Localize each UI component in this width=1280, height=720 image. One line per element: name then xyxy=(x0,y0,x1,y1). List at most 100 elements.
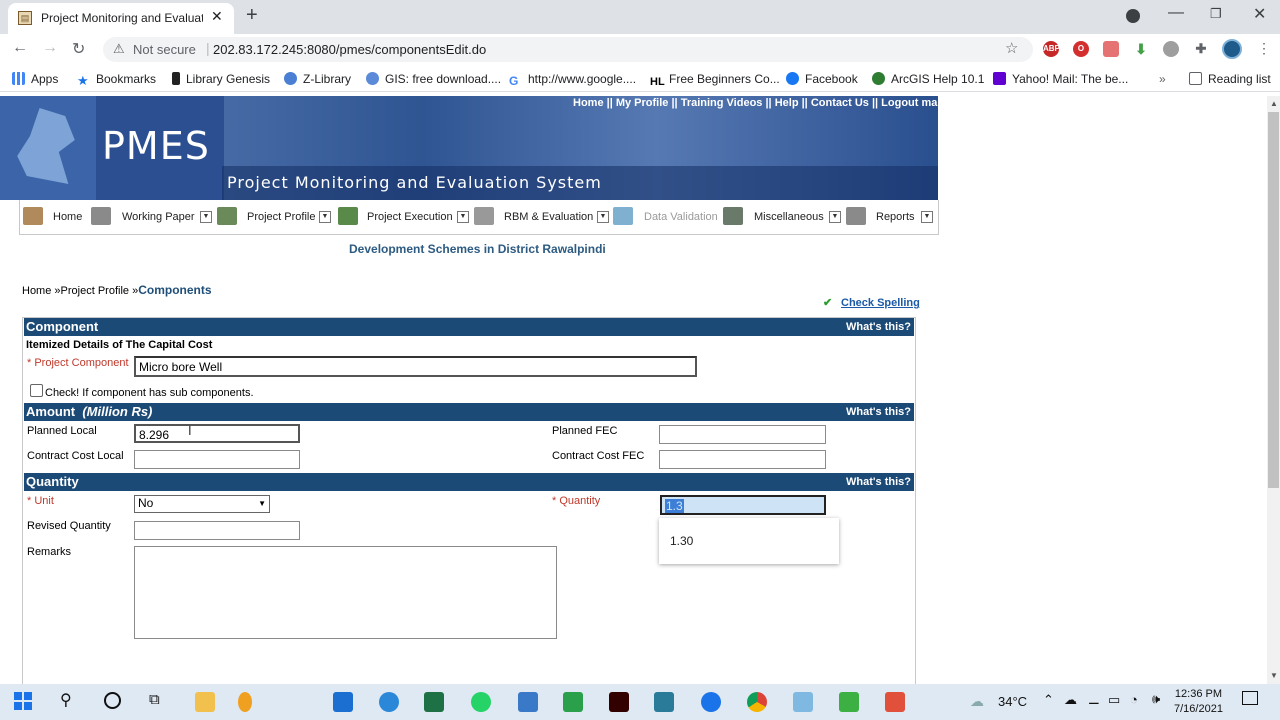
chevron-down-icon[interactable]: ▼ xyxy=(457,211,469,223)
top-link-my-profile[interactable]: My Profile xyxy=(616,97,669,109)
menu-project-execution[interactable]: Project Execution xyxy=(367,211,453,223)
address-bar[interactable]: ⚠ Not secure | 202.83.172.245:8080/pmes/… xyxy=(103,37,1033,62)
app-icon[interactable] xyxy=(563,692,583,712)
back-icon[interactable]: ← xyxy=(12,39,28,57)
network-icon[interactable]: ◔ xyxy=(1130,692,1138,707)
bookmark-facebook[interactable]: Facebook xyxy=(786,72,858,86)
search-icon[interactable]: ⚲ xyxy=(60,690,72,710)
illustrator-icon[interactable] xyxy=(609,692,629,712)
menu-rbm-evaluation[interactable]: RBM & Evaluation xyxy=(504,211,593,223)
contract-cost-local-input[interactable] xyxy=(134,450,300,469)
menu-home[interactable]: Home xyxy=(53,211,82,223)
extension-icon[interactable] xyxy=(1163,41,1179,57)
whats-this-link[interactable]: What's this? xyxy=(846,406,911,418)
remarks-textarea[interactable] xyxy=(134,546,557,639)
bookmark-yahoo[interactable]: Yahoo! Mail: The be... xyxy=(993,72,1128,86)
cortana-icon[interactable] xyxy=(104,692,121,709)
bookmark-free-beginners[interactable]: HL Free Beginners Co... xyxy=(650,72,780,89)
contract-cost-fec-input[interactable] xyxy=(659,450,826,469)
app-icon[interactable] xyxy=(793,692,813,712)
opera-extension-icon[interactable]: O xyxy=(1073,41,1089,57)
battery-icon[interactable]: ▭ xyxy=(1108,692,1120,708)
autocomplete-dropdown[interactable]: 1.30 xyxy=(659,518,839,564)
scrollbar-thumb[interactable] xyxy=(1268,112,1279,488)
extensions-puzzle-icon[interactable]: ✚ xyxy=(1193,41,1209,57)
app-icon[interactable] xyxy=(701,692,721,712)
breadcrumb-project-profile[interactable]: Project Profile xyxy=(61,285,129,297)
menu-reports[interactable]: Reports xyxy=(876,211,915,223)
menu-miscellaneous[interactable]: Miscellaneous xyxy=(754,211,824,223)
app-icon[interactable] xyxy=(518,692,538,712)
file-explorer-icon[interactable] xyxy=(195,692,215,712)
unit-select[interactable]: No ▼ xyxy=(134,495,270,513)
adblock-extension-icon[interactable]: ABP xyxy=(1043,41,1060,57)
menu-data-validation[interactable]: Data Validation xyxy=(644,211,718,223)
whatsapp-icon[interactable] xyxy=(471,692,491,712)
task-view-icon[interactable]: ⧉ xyxy=(149,691,160,708)
download-extension-icon[interactable]: ⬇ xyxy=(1133,41,1149,57)
autocomplete-option[interactable]: 1.30 xyxy=(670,534,693,548)
quantity-input[interactable]: 1.3 xyxy=(660,495,826,515)
camtasia-icon[interactable] xyxy=(839,692,859,712)
search-app-icon[interactable] xyxy=(379,692,399,712)
app-icon[interactable] xyxy=(654,692,674,712)
url-text[interactable]: 202.83.172.245:8080/pmes/componentsEdit.… xyxy=(213,42,486,57)
chevron-down-icon[interactable]: ▼ xyxy=(319,211,331,223)
chrome-icon[interactable] xyxy=(747,692,767,712)
more-menu-icon[interactable]: ⋮ xyxy=(1257,40,1271,57)
profile-avatar[interactable] xyxy=(1222,39,1242,59)
top-link-help[interactable]: Help xyxy=(775,97,799,109)
browser-tab[interactable]: ▤ Project Monitoring and Evaluatio ✕ xyxy=(8,3,234,34)
restore-icon[interactable]: ❐ xyxy=(1210,6,1222,22)
reading-list[interactable]: Reading list xyxy=(1189,72,1271,86)
bookmark-star-icon[interactable]: ☆ xyxy=(1005,39,1018,57)
bookmark-z-library[interactable]: Z-Library xyxy=(284,72,351,86)
notifications-icon[interactable] xyxy=(1242,691,1258,705)
top-link-training-videos[interactable]: Training Videos xyxy=(681,97,763,109)
top-link-home[interactable]: Home xyxy=(573,97,604,109)
check-spelling-link[interactable]: ✔ Check Spelling xyxy=(823,296,920,310)
scroll-down-icon[interactable]: ▼ xyxy=(1270,671,1278,680)
bookmark-bookmarks[interactable]: ★ Bookmarks xyxy=(77,72,156,87)
menu-working-paper[interactable]: Working Paper xyxy=(122,211,195,223)
whats-this-link[interactable]: What's this? xyxy=(846,476,911,488)
scroll-up-icon[interactable]: ▲ xyxy=(1270,99,1278,108)
menu-project-profile[interactable]: Project Profile xyxy=(247,211,315,223)
bookmark-apps[interactable]: Apps xyxy=(12,72,58,86)
app-icon[interactable] xyxy=(238,692,252,712)
chevron-down-icon[interactable]: ▼ xyxy=(200,211,212,223)
breadcrumb-home[interactable]: Home xyxy=(22,285,51,297)
top-link-contact-us[interactable]: Contact Us xyxy=(811,97,869,109)
bookmark-library-genesis[interactable]: Library Genesis xyxy=(172,72,270,86)
sub-components-checkbox[interactable] xyxy=(30,384,43,397)
microphone-icon[interactable]: ⚊ xyxy=(1088,692,1100,708)
revised-quantity-input[interactable] xyxy=(134,521,300,540)
project-component-input[interactable]: Micro bore Well xyxy=(134,356,697,377)
chevron-up-icon[interactable]: ⌃ xyxy=(1043,692,1054,708)
bookmark-google[interactable]: Ghttp://www.google.... xyxy=(509,72,636,88)
new-tab-icon[interactable]: + xyxy=(246,4,258,27)
chevron-down-icon[interactable]: ▼ xyxy=(921,211,933,223)
bookmark-arcgis[interactable]: ArcGIS Help 10.1 xyxy=(872,72,984,86)
planned-fec-input[interactable] xyxy=(659,425,826,444)
forward-icon[interactable]: → xyxy=(42,39,58,57)
onedrive-icon[interactable]: ☁ xyxy=(1064,692,1077,708)
close-window-icon[interactable]: ✕ xyxy=(1253,4,1266,24)
reload-icon[interactable]: ↻ xyxy=(72,39,85,59)
more-bookmarks-icon[interactable]: » xyxy=(1159,72,1166,86)
recorder-icon[interactable] xyxy=(885,692,905,712)
minimize-icon[interactable]: — xyxy=(1168,4,1184,22)
close-tab-icon[interactable]: ✕ xyxy=(211,8,223,25)
whats-this-link[interactable]: What's this? xyxy=(846,321,911,333)
extension-icon[interactable] xyxy=(1103,41,1119,57)
tab-search-icon[interactable] xyxy=(1126,9,1140,23)
mail-icon[interactable] xyxy=(333,692,353,712)
excel-icon[interactable] xyxy=(424,692,444,712)
windows-start-icon[interactable] xyxy=(14,692,32,710)
bookmark-gis[interactable]: GIS: free download.... xyxy=(366,72,501,86)
temperature[interactable]: 34°C xyxy=(998,694,1027,709)
volume-icon[interactable]: 🕪 xyxy=(1152,691,1160,707)
system-clock[interactable]: 12:36 PM 7/16/2021 xyxy=(1174,687,1223,717)
chevron-down-icon[interactable]: ▼ xyxy=(597,211,609,223)
chevron-down-icon[interactable]: ▼ xyxy=(829,211,841,223)
